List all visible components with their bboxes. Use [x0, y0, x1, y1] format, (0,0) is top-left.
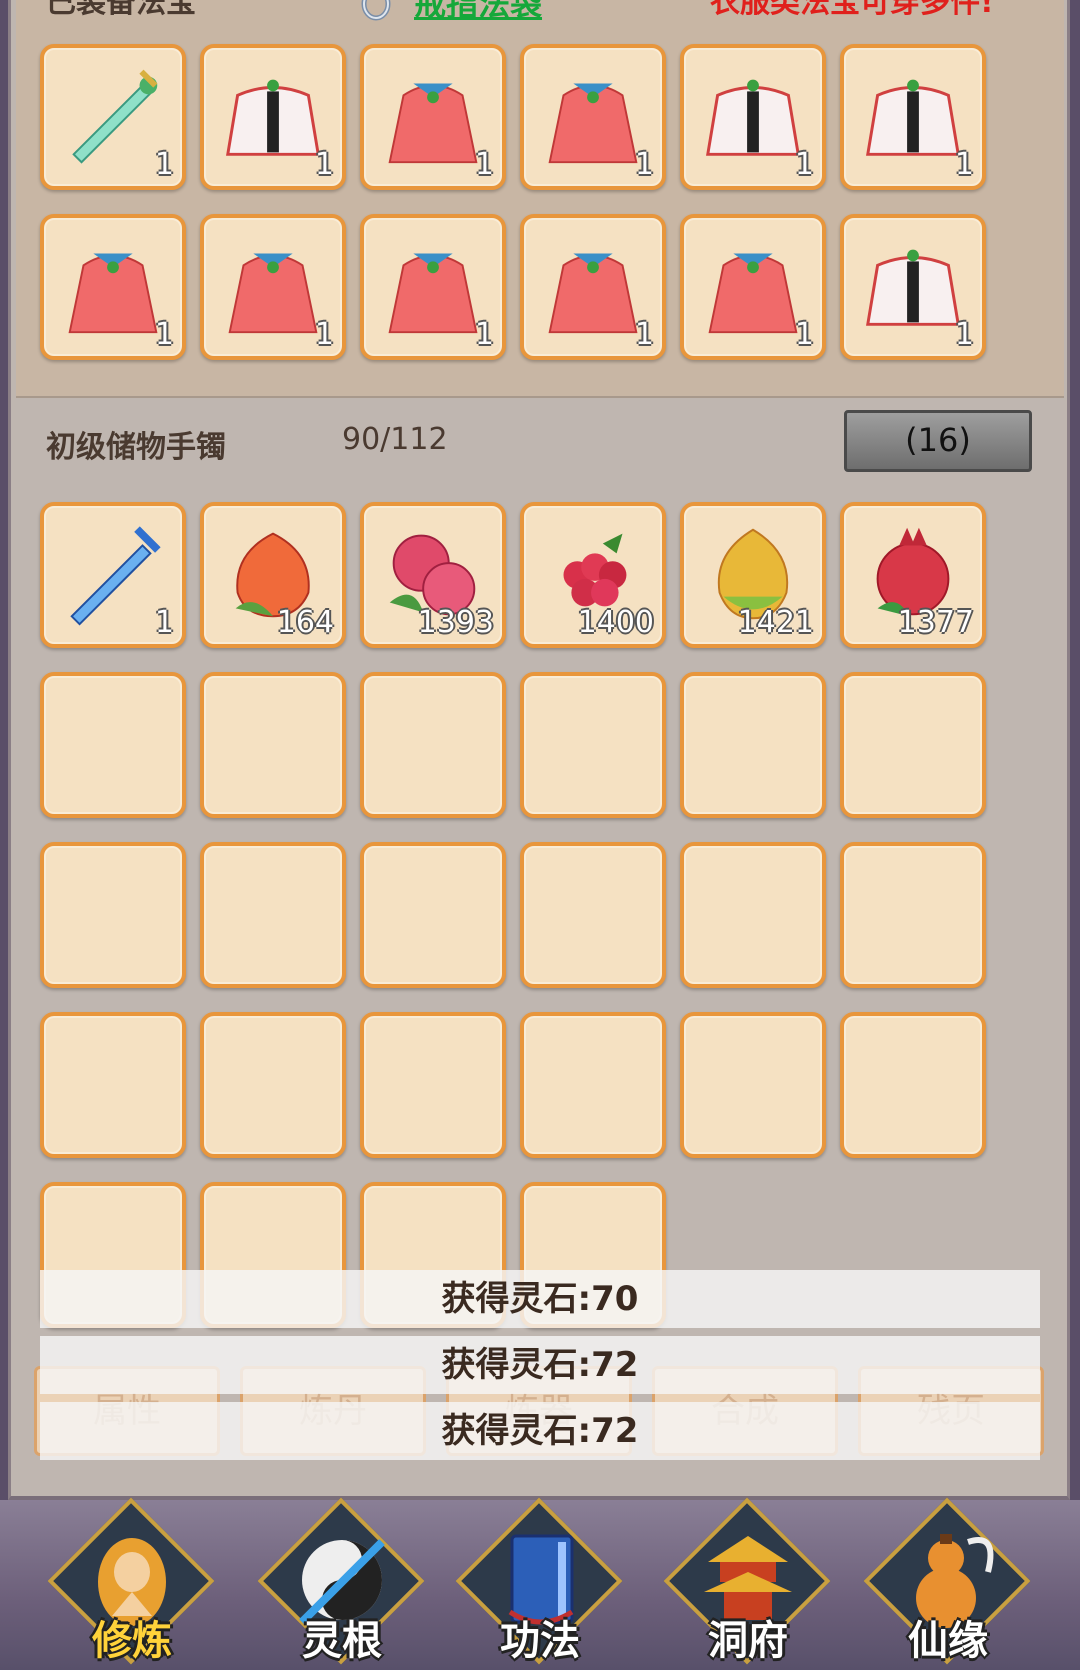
item-quantity: 1393 [417, 605, 494, 640]
empty-slot[interactable] [40, 672, 186, 818]
empty-slot[interactable] [520, 1012, 666, 1158]
empty-slot[interactable] [200, 1012, 346, 1158]
bottom-nav: 修炼 灵根 功法 洞府 仙缘 [0, 1497, 1080, 1670]
item-slot[interactable]: 1 [680, 214, 826, 360]
item-slot[interactable]: 164 [200, 502, 346, 648]
ring-icon [361, 0, 391, 21]
empty-slot[interactable] [360, 842, 506, 988]
item-quantity: 1 [154, 317, 174, 352]
item-slot[interactable]: 1 [200, 214, 346, 360]
promo-text: 衣服类法宝可穿多件! [710, 0, 994, 20]
item-slot[interactable]: 1 [520, 44, 666, 190]
item-quantity: 1 [634, 147, 654, 182]
nav-cultivation[interactable]: 修炼 [47, 1497, 215, 1668]
empty-slot[interactable] [520, 672, 666, 818]
empty-slot[interactable] [680, 842, 826, 988]
item-quantity: 1 [154, 147, 174, 182]
item-quantity: 1 [794, 147, 814, 182]
page-button[interactable]: (16) [844, 410, 1032, 472]
item-slot[interactable]: 1 [40, 502, 186, 648]
toast-message: 获得灵石:70 [40, 1270, 1040, 1328]
empty-slot[interactable] [840, 1012, 986, 1158]
item-quantity: 1 [634, 317, 654, 352]
nav-spirit-root[interactable]: 灵根 [257, 1497, 425, 1668]
ring-bag-link[interactable]: 戒指法袋 [414, 0, 542, 22]
item-slot[interactable]: 1 [520, 214, 666, 360]
item-quantity: 1377 [897, 605, 974, 640]
empty-slot[interactable] [680, 1012, 826, 1158]
item-quantity: 1421 [737, 605, 814, 640]
item-slot[interactable]: 1 [680, 44, 826, 190]
item-slot[interactable]: 1 [40, 214, 186, 360]
empty-slot[interactable] [840, 842, 986, 988]
equipped-title: 已装备法宝 [46, 0, 196, 20]
item-quantity: 1 [314, 317, 334, 352]
storage-count: 90/112 [342, 422, 448, 457]
item-slot[interactable]: 1 [360, 214, 506, 360]
item-slot[interactable]: 1 [360, 44, 506, 190]
item-quantity: 1 [154, 605, 174, 640]
nav-fate[interactable]: 仙缘 [863, 1497, 1031, 1668]
toast-message: 获得灵石:72 [40, 1402, 1040, 1460]
item-slot[interactable]: 1 [840, 214, 986, 360]
nav-cave[interactable]: 洞府 [663, 1497, 831, 1668]
item-quantity: 164 [276, 605, 334, 640]
empty-slot[interactable] [840, 672, 986, 818]
empty-slot[interactable] [40, 842, 186, 988]
item-slot[interactable]: 1 [40, 44, 186, 190]
empty-slot[interactable] [40, 1012, 186, 1158]
empty-slot[interactable] [520, 842, 666, 988]
nav-techniques[interactable]: 功法 [455, 1497, 623, 1668]
storage-label: 初级储物手镯 [46, 430, 226, 465]
item-slot[interactable]: 1393 [360, 502, 506, 648]
empty-slot[interactable] [360, 1012, 506, 1158]
item-slot[interactable]: 1377 [840, 502, 986, 648]
item-quantity: 1 [314, 147, 334, 182]
empty-slot[interactable] [200, 672, 346, 818]
item-quantity: 1400 [577, 605, 654, 640]
item-quantity: 1 [474, 317, 494, 352]
empty-slot[interactable] [200, 842, 346, 988]
toast-message: 获得灵石:72 [40, 1336, 1040, 1394]
empty-slot[interactable] [360, 672, 506, 818]
item-quantity: 1 [954, 317, 974, 352]
item-quantity: 1 [474, 147, 494, 182]
item-slot[interactable]: 1 [200, 44, 346, 190]
item-quantity: 1 [794, 317, 814, 352]
item-slot[interactable]: 1400 [520, 502, 666, 648]
item-slot[interactable]: 1421 [680, 502, 826, 648]
item-slot[interactable]: 1 [840, 44, 986, 190]
empty-slot[interactable] [680, 672, 826, 818]
item-quantity: 1 [954, 147, 974, 182]
